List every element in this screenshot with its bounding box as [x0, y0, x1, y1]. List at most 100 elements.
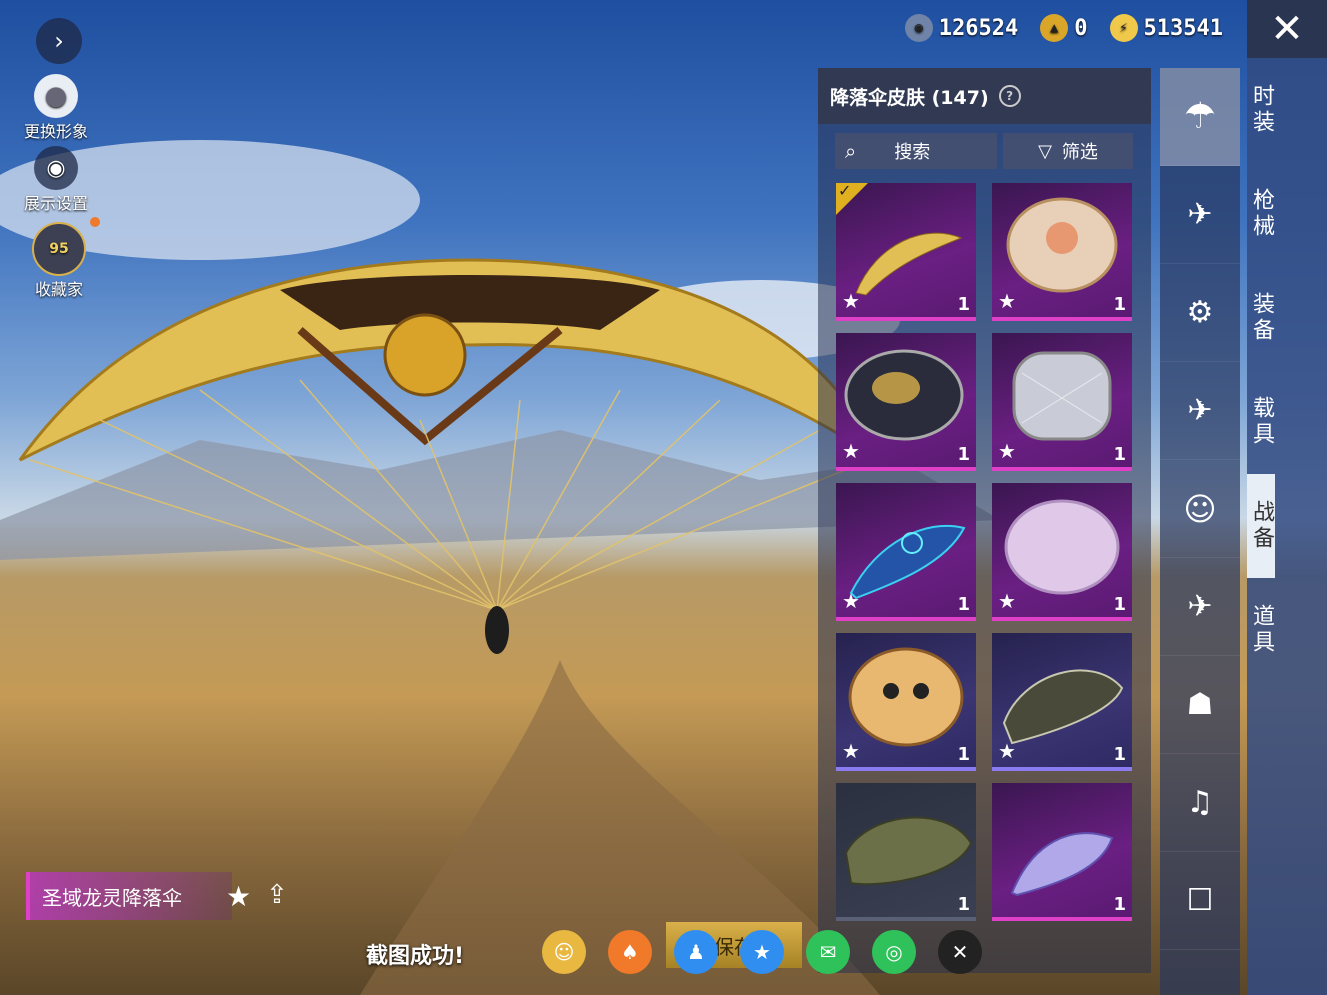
change-avatar-button[interactable]: ● 更换形象	[24, 74, 88, 142]
search-icon: ⌕	[845, 139, 857, 163]
favorite-star-icon[interactable]: ★	[842, 289, 860, 313]
skin-item[interactable]: ★ 1	[992, 183, 1132, 321]
companion-tab[interactable]: ☗	[1160, 656, 1240, 754]
collector-button[interactable]: 95 收藏家	[32, 222, 86, 300]
close-button[interactable]: ✕	[1247, 0, 1327, 58]
subcategory-column: ☂ ✈ ⚙ ✈ ☺ ✈ ☗ ♫ ☐	[1160, 68, 1240, 995]
category-equipment[interactable]: 装备	[1247, 266, 1275, 370]
collector-badge-icon: 95	[32, 222, 86, 276]
panel-title: 降落伞皮肤 (147)	[830, 86, 989, 109]
skin-item[interactable]: ★ 1	[992, 633, 1132, 771]
item-count: 1	[1113, 744, 1126, 765]
glider-tab[interactable]: ✈	[1160, 558, 1240, 656]
expand-button[interactable]: ›	[36, 18, 82, 64]
skin-item[interactable]: ✓ ★ 1	[836, 183, 976, 321]
skin-item[interactable]: ★ 1	[836, 483, 976, 621]
face-icon: ☺	[1183, 489, 1217, 528]
collector-level: 95	[49, 241, 69, 257]
item-count: 1	[957, 744, 970, 765]
share-icon[interactable]: ⇪	[266, 880, 288, 910]
parachute-icon: ☂	[1183, 96, 1217, 137]
currency-silver: ◉ 126524	[904, 14, 1019, 42]
category-fashion[interactable]: 时装	[1247, 58, 1275, 162]
search-input[interactable]: ⌕ 搜索	[835, 133, 997, 169]
game-share-icon[interactable]: ♠	[608, 930, 652, 974]
favorite-star-icon[interactable]: ★	[842, 439, 860, 463]
plane-tab[interactable]: ✈	[1160, 362, 1240, 460]
speaker-icon: ♫	[1186, 785, 1214, 820]
category-items[interactable]: 道具	[1247, 578, 1275, 682]
lightning-coin-icon: ⚡	[1109, 14, 1138, 42]
gold-token-icon: ▲	[1040, 14, 1069, 42]
favorite-star-icon[interactable]: ★	[998, 739, 1016, 763]
skin-item[interactable]: 1	[992, 783, 1132, 921]
favorite-star-icon[interactable]: ★	[998, 589, 1016, 613]
skin-grid: ✓ ★ 1 ★ 1 ★ 1 ★ 1 ★ 1 ★ 1 ★ 1 ★ 1 1 1	[836, 183, 1132, 921]
display-settings-label: 展示设置	[24, 194, 89, 213]
change-avatar-label: 更换形象	[24, 122, 89, 141]
silver-amount: 126524	[938, 15, 1019, 41]
display-settings-button[interactable]: ◉ 展示设置	[24, 146, 88, 214]
collector-label: 收藏家	[34, 280, 83, 299]
favorite-star-icon[interactable]: ★	[998, 289, 1016, 313]
qzone-icon[interactable]: ★	[740, 930, 784, 974]
currency-lightning: ⚡ 513541	[1109, 14, 1223, 42]
item-count: 1	[957, 444, 970, 465]
help-icon[interactable]: ?	[998, 85, 1021, 107]
panel-header: 降落伞皮肤 (147) ?	[818, 68, 1151, 124]
airplane-icon: ✈	[1187, 393, 1213, 428]
favorite-star-icon[interactable]: ★	[842, 739, 860, 763]
emote-tab[interactable]: ☺	[1160, 460, 1240, 558]
skydive-tab[interactable]: ✈	[1160, 166, 1240, 264]
panel-toolbar: ⌕ 搜索 ▽ 筛选	[835, 133, 1134, 169]
notification-dot	[90, 217, 100, 227]
eye-icon: ◉	[34, 146, 78, 190]
favorite-star-icon[interactable]: ★	[842, 589, 860, 613]
category-vehicles[interactable]: 载具	[1247, 370, 1275, 474]
item-count: 1	[957, 594, 970, 615]
wechat-icon[interactable]: ✉	[806, 930, 850, 974]
chat-bubble-icon: ☐	[1186, 883, 1214, 918]
robot-icon: ☗	[1186, 687, 1214, 722]
skin-item[interactable]: ★ 1	[836, 633, 976, 771]
category-column: 时装 枪械 装备 载具 战备 道具	[1247, 58, 1327, 995]
close-share-icon[interactable]: ✕	[938, 930, 982, 974]
chat-tab[interactable]: ☐	[1160, 852, 1240, 950]
selected-skin-name: 圣域龙灵降落伞	[26, 872, 232, 920]
skin-item[interactable]: ★ 1	[836, 333, 976, 471]
chevron-right-icon: ›	[54, 27, 64, 55]
item-count: 1	[1113, 894, 1126, 915]
item-count: 1	[957, 294, 970, 315]
parachute-tab[interactable]: ☂	[1160, 68, 1240, 166]
category-weapons[interactable]: 枪械	[1247, 162, 1275, 266]
sound-tab[interactable]: ♫	[1160, 754, 1240, 852]
drone-tab[interactable]: ⚙	[1160, 264, 1240, 362]
item-count: 1	[1113, 294, 1126, 315]
qq-icon[interactable]: ♟	[674, 930, 718, 974]
skin-item[interactable]: ★ 1	[992, 333, 1132, 471]
category-combat-gear[interactable]: 战备	[1247, 474, 1275, 578]
skin-panel: 降落伞皮肤 (147) ? ⌕ 搜索 ▽ 筛选 ✓ ★ 1 ★ 1 ★ 1 ★ …	[818, 68, 1151, 973]
filter-icon: ▽	[1038, 140, 1052, 162]
share-bar: ☺ ♠ ♟ ★ ✉ ◎ ✕	[542, 930, 982, 974]
gold-token-amount: 0	[1074, 15, 1088, 41]
filter-button[interactable]: ▽ 筛选	[1003, 133, 1133, 169]
item-count: 1	[1113, 444, 1126, 465]
currency-bar: ◉ 126524 ▲ 0 ⚡ 513541	[904, 14, 1223, 42]
check-icon: ✓	[838, 183, 852, 200]
screenshot-toast: 截图成功!	[366, 944, 465, 969]
skin-item[interactable]: ★ 1	[992, 483, 1132, 621]
glider-icon: ✈	[1187, 589, 1213, 624]
filter-label: 筛选	[1061, 142, 1098, 163]
skin-item[interactable]: 1	[836, 783, 976, 921]
drone-icon: ⚙	[1186, 295, 1214, 330]
item-count: 1	[1113, 594, 1126, 615]
selected-skin-label: 圣域龙灵降落伞	[42, 885, 182, 910]
close-icon: ✕	[1270, 6, 1304, 52]
profile-share-icon[interactable]: ☺	[542, 930, 586, 974]
search-label: 搜索	[894, 142, 931, 163]
favorite-star-icon[interactable]: ★	[226, 880, 251, 913]
moments-icon[interactable]: ◎	[872, 930, 916, 974]
favorite-star-icon[interactable]: ★	[998, 439, 1016, 463]
item-count: 1	[957, 894, 970, 915]
